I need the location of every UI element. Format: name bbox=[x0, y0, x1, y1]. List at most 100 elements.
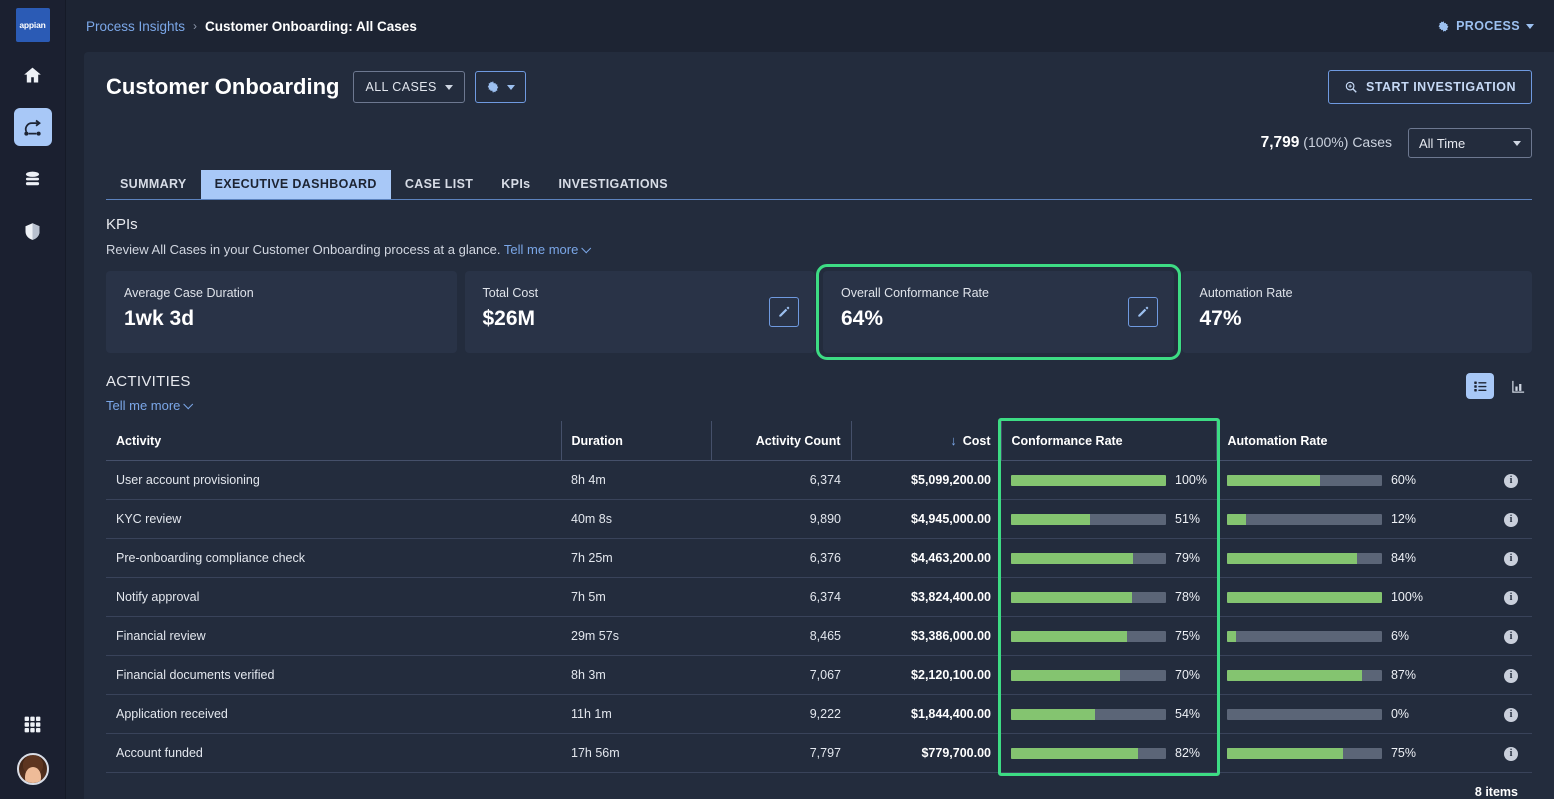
cell-cost: $4,945,000.00 bbox=[851, 499, 1001, 539]
info-icon[interactable]: i bbox=[1504, 513, 1518, 527]
kpi-value: 47% bbox=[1199, 307, 1242, 330]
info-icon[interactable]: i bbox=[1504, 747, 1518, 761]
sidebar-item-process-insights[interactable] bbox=[13, 108, 52, 146]
table-row[interactable]: KYC review 40m 8s 9,890 $4,945,000.00 51% 12%… bbox=[106, 499, 1532, 539]
sidebar-item-home[interactable] bbox=[14, 56, 52, 94]
info-icon[interactable]: i bbox=[1504, 630, 1518, 644]
table-row[interactable]: Financial documents verified 8h 3m 7,067 $2… bbox=[106, 655, 1532, 695]
kpi-card-automation-rate[interactable]: Automation Rate 47% bbox=[1181, 271, 1532, 353]
process-menu-button[interactable]: PROCESS bbox=[1437, 19, 1534, 33]
table-row[interactable]: Application received 11h 1m 9,222 $1,844,40… bbox=[106, 694, 1532, 734]
cell-info: i bbox=[1494, 655, 1532, 695]
case-count-label: Cases bbox=[1352, 134, 1392, 150]
edit-total-cost-button[interactable] bbox=[769, 297, 799, 327]
cell-cost: $1,844,400.00 bbox=[851, 694, 1001, 734]
cell-automation-rate: 75% bbox=[1216, 733, 1494, 773]
apps-grid-button[interactable] bbox=[14, 705, 52, 743]
kpi-card-total-cost[interactable]: Total Cost $26M bbox=[464, 271, 815, 353]
conformance-bar-track bbox=[1011, 591, 1166, 603]
table-row[interactable]: Pre-onboarding compliance check 7h 25m 6,3… bbox=[106, 538, 1532, 578]
column-header-duration[interactable]: Duration bbox=[560, 421, 711, 461]
cell-duration: 11h 1m bbox=[561, 694, 711, 734]
automation-bar-track bbox=[1226, 708, 1382, 720]
cell-conformance-rate: 78% bbox=[1001, 577, 1217, 617]
settings-dropdown-button[interactable] bbox=[474, 71, 526, 103]
page-header-row: Customer Onboarding ALL CASES START INVE… bbox=[106, 52, 1532, 116]
cell-info: i bbox=[1494, 538, 1532, 578]
cell-conformance-rate: 79% bbox=[1001, 538, 1217, 578]
table-row[interactable]: Notify approval 7h 5m 6,374 $3,824,400.00 78… bbox=[106, 577, 1532, 617]
kpi-subtitle-text: Review All Cases in your Customer Onboar… bbox=[106, 242, 501, 257]
sidebar-item-data[interactable] bbox=[14, 160, 52, 198]
tab-summary[interactable]: SUMMARY bbox=[106, 170, 201, 199]
time-range-select[interactable]: All Time bbox=[1408, 128, 1532, 158]
column-header-automation-rate[interactable]: Automation Rate bbox=[1216, 421, 1494, 461]
conformance-bar-fill bbox=[1011, 669, 1120, 681]
conformance-bar-fill bbox=[1011, 747, 1139, 759]
tab-investigations[interactable]: INVESTIGATIONS bbox=[544, 170, 682, 199]
cell-activity: KYC review bbox=[106, 499, 561, 539]
chevron-down-icon bbox=[1526, 23, 1534, 29]
table-header-row: Activity Duration Activity Count ↓ Cost C… bbox=[106, 421, 1532, 461]
conformance-bar-fill bbox=[1011, 552, 1134, 564]
conformance-bar-label: 79% bbox=[1175, 551, 1201, 565]
kpi-section-subtitle: Review All Cases in your Customer Onboar… bbox=[106, 242, 1532, 257]
edit-conformance-rate-button[interactable] bbox=[1127, 297, 1158, 327]
activities-tell-me-more-link[interactable]: Tell me more bbox=[106, 398, 194, 413]
column-header-cost-label: Cost bbox=[962, 434, 991, 448]
table-row[interactable]: User account provisioning 8h 4m 6,374 $5,09… bbox=[106, 460, 1532, 500]
cell-automation-rate: 100% bbox=[1216, 577, 1494, 617]
conformance-bar-cell: 79% bbox=[1011, 551, 1207, 565]
chevron-down-icon bbox=[581, 243, 592, 254]
gear-icon bbox=[487, 81, 498, 93]
time-range-value: All Time bbox=[1419, 135, 1466, 151]
view-toggle-list[interactable] bbox=[1466, 373, 1494, 399]
sort-descending-icon: ↓ bbox=[950, 433, 957, 448]
page-header-actions: START INVESTIGATION bbox=[1327, 70, 1532, 104]
kpi-card-average-case-duration[interactable]: Average Case Duration 1wk 3d bbox=[106, 271, 457, 353]
cell-info: i bbox=[1494, 733, 1532, 773]
tab-executive-dashboard[interactable]: EXECUTIVE DASHBOARD bbox=[200, 170, 391, 199]
appian-logo[interactable]: appian bbox=[15, 8, 50, 42]
all-cases-dropdown[interactable]: ALL CASES bbox=[353, 71, 465, 103]
column-header-conformance-rate[interactable]: Conformance Rate bbox=[1000, 421, 1217, 461]
table-row[interactable]: Account funded 17h 56m 7,797 $779,700.00 82%… bbox=[106, 733, 1532, 773]
data-icon bbox=[25, 171, 40, 185]
column-header-cost[interactable]: ↓ Cost bbox=[850, 421, 1001, 461]
info-icon[interactable]: i bbox=[1504, 552, 1518, 566]
kpi-tell-me-more-link[interactable]: Tell me more bbox=[504, 242, 592, 257]
automation-bar-track bbox=[1226, 513, 1382, 525]
sidebar-item-security[interactable] bbox=[14, 212, 52, 250]
kpi-value: $26M bbox=[482, 307, 536, 330]
cell-duration: 29m 57s bbox=[561, 616, 711, 656]
gear-icon bbox=[1438, 20, 1449, 32]
kpi-card-overall-conformance-rate[interactable]: Overall Conformance Rate 64% bbox=[816, 264, 1181, 360]
column-header-activity-count[interactable]: Activity Count bbox=[710, 421, 851, 461]
column-header-activity[interactable]: Activity bbox=[106, 421, 561, 461]
table-row[interactable]: Financial review 29m 57s 8,465 $3,386,000.0… bbox=[106, 616, 1532, 656]
breadcrumb-parent-link[interactable]: Process Insights bbox=[86, 19, 185, 34]
info-icon[interactable]: i bbox=[1504, 669, 1518, 683]
conformance-bar-track bbox=[1011, 474, 1166, 486]
tab-kpis[interactable]: KPIs bbox=[487, 170, 544, 199]
automation-bar-label: 60% bbox=[1390, 473, 1417, 487]
avatar[interactable] bbox=[16, 753, 49, 785]
view-toggle-chart[interactable] bbox=[1504, 373, 1532, 399]
info-icon[interactable]: i bbox=[1504, 474, 1518, 488]
info-icon[interactable]: i bbox=[1504, 591, 1518, 605]
start-investigation-button[interactable]: START INVESTIGATION bbox=[1327, 70, 1532, 104]
cell-activity-count: 7,067 bbox=[711, 655, 851, 695]
conformance-bar-fill bbox=[1011, 708, 1095, 720]
kpi-value: 64% bbox=[841, 307, 884, 330]
automation-bar-track bbox=[1226, 474, 1382, 486]
automation-bar-track bbox=[1226, 747, 1382, 759]
cell-automation-rate: 0% bbox=[1216, 694, 1494, 734]
cell-activity-count: 8,465 bbox=[711, 616, 851, 656]
automation-bar-fill bbox=[1226, 747, 1344, 759]
automation-bar-cell: 6% bbox=[1226, 629, 1484, 643]
process-menu-label: PROCESS bbox=[1456, 19, 1520, 33]
tab-case-list[interactable]: CASE LIST bbox=[391, 170, 487, 199]
conformance-bar-cell: 78% bbox=[1011, 590, 1207, 604]
case-count-row: 7,799 (100%) Cases All Time bbox=[106, 116, 1532, 170]
info-icon[interactable]: i bbox=[1504, 708, 1518, 722]
